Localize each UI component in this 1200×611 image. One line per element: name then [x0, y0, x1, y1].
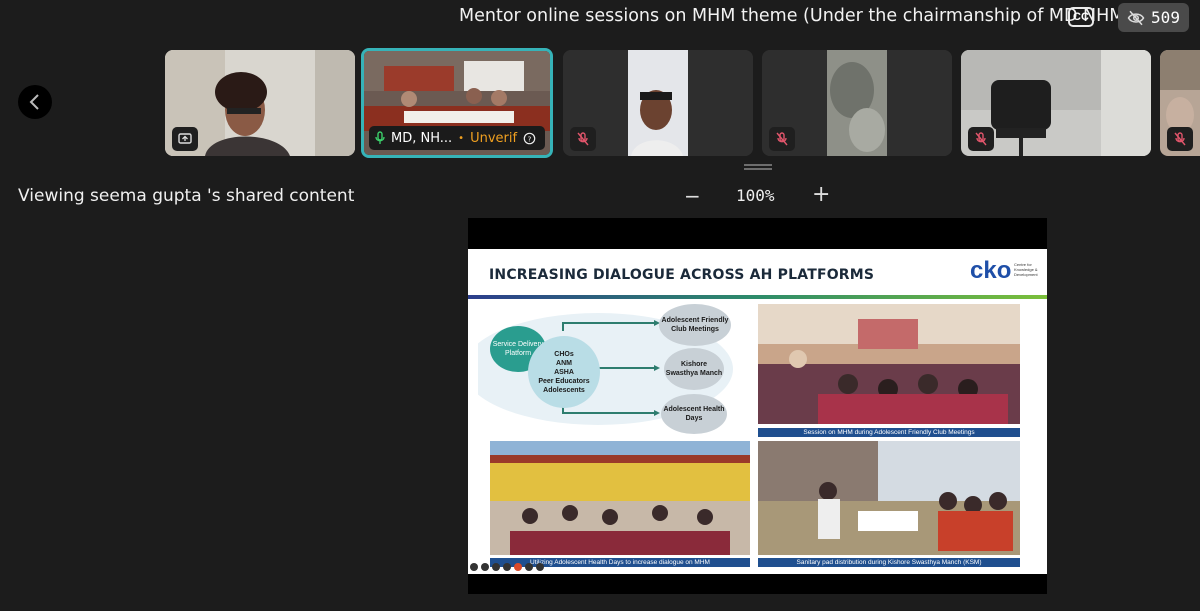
- unverified-dot: •: [458, 132, 465, 144]
- actor-label: ASHA: [554, 368, 574, 376]
- viewer-count: 509: [1151, 8, 1180, 27]
- forward-arrow-icon[interactable]: [536, 563, 544, 571]
- participant-video-tile[interactable]: [165, 50, 355, 156]
- participant-name-bar: MD, NH... • Unverif ?: [369, 126, 545, 150]
- mic-on-icon: [375, 131, 385, 144]
- eye-off-icon: [1127, 10, 1145, 25]
- photo-health-days: [490, 441, 750, 555]
- participant-video-tile[interactable]: [563, 50, 753, 156]
- svg-text:Development: Development: [1014, 272, 1038, 277]
- closed-captions-icon: CC: [1073, 11, 1089, 23]
- presentation-slide: INCREASING DIALOGUE ACROSS AH PLATFORMS …: [468, 249, 1047, 574]
- actor-label: CHOs: [554, 350, 574, 358]
- pen-icon[interactable]: [481, 563, 489, 571]
- mic-off-icon: [577, 131, 589, 145]
- viewer-count-badge[interactable]: 509: [1118, 3, 1189, 32]
- unverified-label: Unverif: [470, 130, 518, 146]
- chevron-left-icon: [29, 94, 39, 110]
- slide-title: INCREASING DIALOGUE ACROSS AH PLATFORMS: [489, 267, 875, 283]
- participant-name: MD, NH...: [391, 130, 453, 146]
- actor-label: ANM: [556, 359, 572, 367]
- mic-off-icon: [776, 131, 788, 145]
- viewing-shared-content-label: Viewing seema gupta 's shared content: [18, 186, 355, 206]
- filmstrip-resize-handle[interactable]: [744, 163, 772, 171]
- menu-icon[interactable]: [525, 563, 533, 571]
- zoom-icon[interactable]: [492, 563, 500, 571]
- photo-caption: Sanitary pad distribution during Kishore…: [758, 558, 1020, 567]
- pointer-icon[interactable]: [514, 563, 522, 571]
- muted-indicator: [968, 127, 994, 151]
- muted-indicator: [570, 127, 596, 151]
- diagram-node-target: Kishore Swasthya Manch: [664, 348, 724, 390]
- screen-share-icon: [178, 133, 192, 144]
- participant-video-tile[interactable]: [961, 50, 1151, 156]
- muted-indicator: [769, 127, 795, 151]
- zoom-level: 100%: [736, 186, 775, 205]
- help-circle-icon[interactable]: ?: [523, 132, 536, 145]
- mic-off-icon: [1174, 131, 1186, 145]
- diagram-node-target: Adolescent Friendly Club Meetings: [659, 304, 731, 346]
- diagram-node-actors: CHOs ANM ASHA Peer Educators Adolescents: [528, 336, 600, 408]
- closed-captions-button[interactable]: CC: [1068, 7, 1094, 27]
- previous-participants-button[interactable]: [18, 85, 52, 119]
- back-arrow-icon[interactable]: [470, 563, 478, 571]
- organization-logo: cko Centre for Knowledge & Development: [970, 254, 1040, 284]
- slide-divider: [468, 295, 1047, 299]
- captions-icon[interactable]: [503, 563, 511, 571]
- slide-playback-toolbar[interactable]: [470, 562, 544, 572]
- muted-indicator: [1167, 127, 1193, 151]
- participant-video-tile[interactable]: [1160, 50, 1200, 156]
- actor-label: Peer Educators: [538, 377, 590, 385]
- zoom-in-button[interactable]: +: [812, 182, 830, 207]
- zoom-out-button[interactable]: −: [684, 184, 701, 208]
- photo-caption: Session on MHM during Adolescent Friendl…: [758, 428, 1020, 437]
- active-speaker-tile[interactable]: MD, NH... • Unverif ?: [361, 48, 553, 158]
- share-screen-indicator: [172, 127, 198, 151]
- participant-video-tile[interactable]: [762, 50, 952, 156]
- svg-text:?: ?: [528, 134, 532, 143]
- actor-label: Adolescents: [543, 386, 585, 394]
- mic-off-icon: [975, 131, 987, 145]
- diagram-node-target: Adolescent Health Days: [661, 394, 727, 434]
- meeting-title: Mentor online sessions on MHM theme (Und…: [459, 6, 1132, 26]
- photo-club-meeting: [758, 304, 1020, 424]
- svg-text:cko: cko: [970, 257, 1011, 284]
- photo-ksm-distribution: [758, 441, 1020, 555]
